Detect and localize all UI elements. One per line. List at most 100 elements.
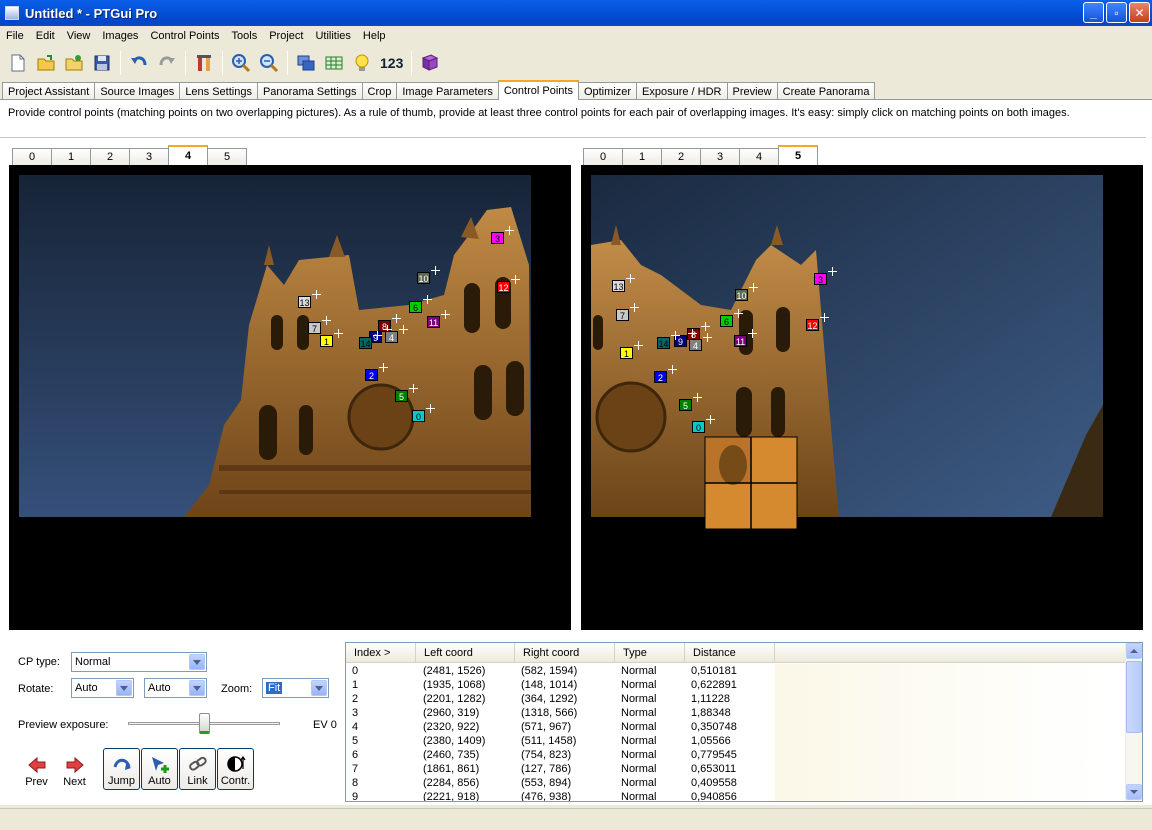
crosshair-icon[interactable]	[373, 331, 382, 340]
left-tab-3[interactable]: 3	[129, 148, 169, 165]
right-control-point-marker[interactable]: 14	[657, 337, 670, 349]
tab-image-parameters[interactable]: Image Parameters	[396, 82, 499, 100]
table-row[interactable]: 8 (2284, 856) (553, 894) Normal 0,409558	[346, 776, 1126, 790]
right-control-point-marker[interactable]: 7	[616, 309, 629, 321]
left-control-point-marker[interactable]: 1	[320, 335, 333, 347]
right-tab-4[interactable]: 4	[739, 148, 779, 165]
crosshair-icon[interactable]	[322, 316, 331, 325]
table-row[interactable]: 4 (2320, 922) (571, 967) Normal 0,350748	[346, 720, 1126, 734]
table-row[interactable]: 6 (2460, 735) (754, 823) Normal 0,779545	[346, 748, 1126, 762]
crosshair-icon[interactable]	[734, 309, 743, 318]
jump-button[interactable]: Jump	[103, 748, 140, 790]
table-row[interactable]: 5 (2380, 1409) (511, 1458) Normal 1,05566	[346, 734, 1126, 748]
table-row[interactable]: 3 (2960, 319) (1318, 566) Normal 1,88348	[346, 706, 1126, 720]
right-tab-1[interactable]: 1	[622, 148, 662, 165]
tools-button[interactable]	[190, 49, 218, 77]
crosshair-icon[interactable]	[671, 331, 680, 340]
left-control-point-marker[interactable]: 12	[497, 281, 510, 293]
menu-utilities[interactable]: Utilities	[309, 30, 356, 42]
minimize-button[interactable]: _	[1083, 2, 1104, 23]
chevron-down-icon[interactable]	[116, 680, 132, 696]
left-control-point-marker[interactable]: 3	[491, 232, 504, 244]
rotate-left-select[interactable]: Auto	[71, 678, 134, 698]
scroll-thumb[interactable]	[1126, 661, 1142, 733]
windows-button[interactable]	[292, 49, 320, 77]
left-control-point-marker[interactable]: 7	[308, 322, 321, 334]
link-button[interactable]: Link	[179, 748, 216, 790]
zoom-out-button[interactable]	[255, 49, 283, 77]
open-folder-button[interactable]	[32, 49, 60, 77]
left-control-point-marker[interactable]: 0	[412, 410, 425, 422]
prev-button[interactable]: Prev	[18, 748, 55, 790]
table-row[interactable]: 7 (1861, 861) (127, 786) Normal 0,653011	[346, 762, 1126, 776]
crosshair-icon[interactable]	[392, 314, 401, 323]
crosshair-icon[interactable]	[379, 363, 388, 372]
chevron-down-icon[interactable]	[189, 654, 205, 670]
zoom-select[interactable]: Fit	[262, 678, 329, 698]
exposure-slider-thumb[interactable]	[199, 713, 210, 734]
right-control-point-marker[interactable]: 0	[692, 421, 705, 433]
tab-preview[interactable]: Preview	[726, 82, 778, 100]
left-control-point-marker[interactable]: 13	[298, 296, 311, 308]
table-row[interactable]: 9 (2221, 918) (476, 938) Normal 0,940856	[346, 790, 1126, 801]
right-control-point-marker[interactable]: 5	[679, 399, 692, 411]
menu-control-points[interactable]: Control Points	[144, 30, 225, 42]
crosshair-icon[interactable]	[505, 226, 514, 235]
left-control-point-marker[interactable]: 6	[409, 301, 422, 313]
tab-create-panorama[interactable]: Create Panorama	[776, 82, 876, 100]
next-button[interactable]: Next	[56, 748, 93, 790]
menu-images[interactable]: Images	[96, 30, 144, 42]
left-control-point-marker[interactable]: 11	[427, 316, 440, 328]
crosshair-icon[interactable]	[511, 275, 520, 284]
numbers-button[interactable]: 123	[376, 55, 407, 71]
zoom-in-button[interactable]	[227, 49, 255, 77]
crosshair-icon[interactable]	[706, 415, 715, 424]
right-control-point-marker[interactable]: 11	[734, 335, 747, 347]
right-tab-3[interactable]: 3	[700, 148, 740, 165]
chevron-down-icon[interactable]	[311, 680, 327, 696]
left-control-point-marker[interactable]: 14	[359, 337, 372, 349]
tab-crop[interactable]: Crop	[361, 82, 398, 100]
left-control-point-marker[interactable]: 5	[395, 390, 408, 402]
control-points-table[interactable]: Index > Left coord Right coord Type Dist…	[345, 642, 1143, 802]
menu-help[interactable]: Help	[357, 30, 392, 42]
tab-project-assistant[interactable]: Project Assistant	[2, 82, 96, 100]
column-header-right-coord[interactable]: Right coord	[515, 643, 615, 663]
column-header-index[interactable]: Index >	[346, 643, 416, 663]
cp-type-select[interactable]: Normal	[71, 652, 207, 672]
tab-control-points[interactable]: Control Points	[497, 80, 579, 100]
menu-project[interactable]: Project	[263, 30, 309, 42]
right-control-point-marker[interactable]: 6	[720, 315, 733, 327]
crosshair-icon[interactable]	[426, 404, 435, 413]
table-button[interactable]	[320, 49, 348, 77]
tab-panorama-settings[interactable]: Panorama Settings	[256, 82, 363, 100]
left-image-viewer[interactable]: 13 7 1 10 3 12 6 8 9 4 14 11 2 5 0	[9, 165, 571, 630]
scroll-up-button[interactable]	[1126, 643, 1142, 659]
crosshair-icon[interactable]	[431, 266, 440, 275]
tab-exposure-hdr[interactable]: Exposure / HDR	[636, 82, 728, 100]
crosshair-icon[interactable]	[634, 341, 643, 350]
menu-view[interactable]: View	[61, 30, 97, 42]
app-icon[interactable]	[5, 6, 19, 20]
menu-file[interactable]: File	[0, 30, 30, 42]
title-bar[interactable]: Untitled * - PTGui Pro _ ▫ ✕	[0, 0, 1152, 26]
contrast-button[interactable]: Contr.	[217, 748, 254, 790]
crosshair-icon[interactable]	[820, 313, 829, 322]
crosshair-icon[interactable]	[693, 393, 702, 402]
crosshair-icon[interactable]	[828, 267, 837, 276]
right-control-point-marker[interactable]: 13	[612, 280, 625, 292]
table-row[interactable]: 0 (2481, 1526) (582, 1594) Normal 0,510181	[346, 664, 1126, 678]
crosshair-icon[interactable]	[688, 329, 697, 338]
maximize-button[interactable]: ▫	[1106, 2, 1127, 23]
crosshair-icon[interactable]	[668, 365, 677, 374]
left-tab-1[interactable]: 1	[51, 148, 91, 165]
auto-button[interactable]: Auto	[141, 748, 178, 790]
crosshair-icon[interactable]	[409, 384, 418, 393]
new-file-button[interactable]	[4, 49, 32, 77]
right-tab-0[interactable]: 0	[583, 148, 623, 165]
crosshair-icon[interactable]	[312, 290, 321, 299]
close-button[interactable]: ✕	[1129, 2, 1150, 23]
table-row[interactable]: 1 (1935, 1068) (148, 1014) Normal 0,622891	[346, 678, 1126, 692]
right-control-point-marker[interactable]: 12	[806, 319, 819, 331]
crosshair-icon[interactable]	[749, 283, 758, 292]
